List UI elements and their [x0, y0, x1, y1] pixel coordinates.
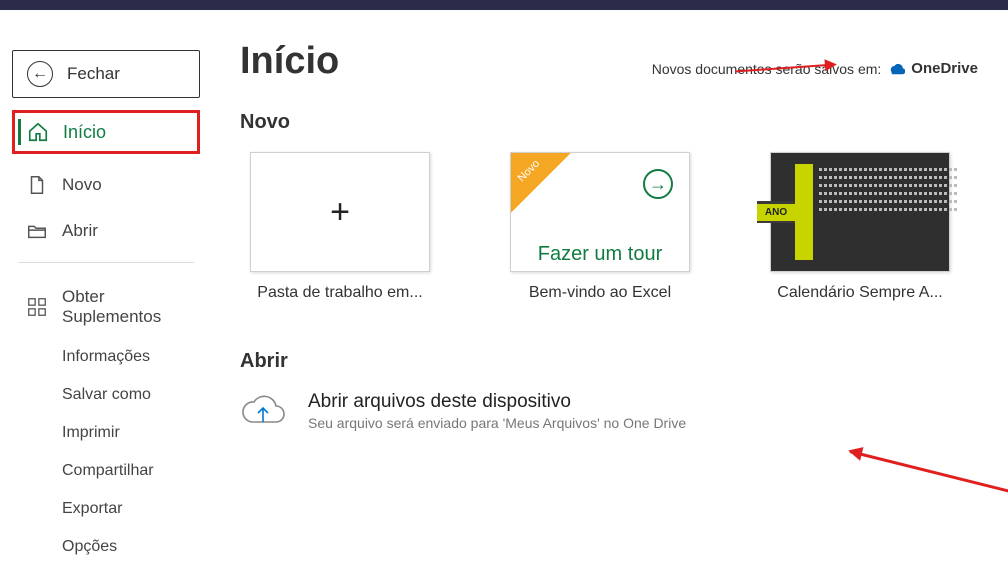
sidebar-item-info[interactable]: Informações: [12, 340, 200, 374]
welcome-text: Fazer um tour: [538, 243, 662, 265]
open-from-device[interactable]: Abrir arquivos deste dispositivo Seu arq…: [240, 391, 988, 431]
close-label: Fechar: [67, 64, 120, 84]
save-location-notice: Novos documentos serão salvos em: OneDri…: [652, 60, 978, 77]
home-icon: [27, 121, 49, 143]
sidebar-item-saveas[interactable]: Salvar como: [12, 378, 200, 412]
title-bar: [0, 0, 1008, 10]
sidebar-item-export[interactable]: Exportar: [12, 492, 200, 526]
close-button[interactable]: ← Fechar: [12, 50, 200, 98]
sidebar-item-new[interactable]: Novo: [12, 164, 200, 206]
save-target: OneDrive: [911, 60, 978, 77]
calendar-thumb: ANO: [770, 152, 950, 272]
blank-label: Pasta de trabalho em...: [240, 284, 440, 302]
section-open-heading: Abrir: [240, 350, 988, 373]
sidebar-divider: [18, 262, 194, 263]
arrow-right-icon: →: [643, 169, 673, 199]
sidebar-item-share[interactable]: Compartilhar: [12, 454, 200, 488]
calendar-year-badge: ANO: [757, 204, 795, 221]
new-label: Novo: [62, 175, 102, 195]
blank-thumb: +: [250, 152, 430, 272]
document-icon: [26, 174, 48, 196]
home-label: Início: [63, 122, 106, 143]
open-device-title: Abrir arquivos deste dispositivo: [308, 391, 686, 413]
template-welcome[interactable]: Novo → Fazer um tour Bem-vindo ao Excel: [500, 152, 700, 302]
grid-icon: [26, 296, 48, 318]
welcome-thumb: Novo → Fazer um tour: [510, 152, 690, 272]
folder-open-icon: [26, 220, 48, 242]
cloud-upload-icon: [240, 392, 286, 430]
sidebar-item-options[interactable]: Opções: [12, 530, 200, 564]
sidebar-item-open[interactable]: Abrir: [12, 210, 200, 252]
calendar-label: Calendário Sempre A...: [760, 284, 960, 302]
plus-icon: +: [330, 193, 350, 232]
template-calendar[interactable]: ANO Calendário Sempre A...: [760, 152, 960, 302]
open-label: Abrir: [62, 221, 98, 241]
template-row: + Pasta de trabalho em... Novo → Fazer u…: [240, 152, 988, 302]
annotation-arrow-2: [850, 450, 1008, 501]
onedrive-icon: [887, 62, 905, 76]
calendar-top: ANO: [757, 201, 795, 223]
sidebar-item-print[interactable]: Imprimir: [12, 416, 200, 450]
sidebar-item-addins[interactable]: Obter Suplementos: [12, 277, 200, 336]
back-arrow-icon: ←: [27, 61, 53, 87]
new-badge: Novo: [511, 153, 571, 213]
template-blank[interactable]: + Pasta de trabalho em...: [240, 152, 440, 302]
sidebar: ← Fechar Início Novo Abrir Obter Supleme…: [0, 10, 210, 557]
open-device-subtitle: Seu arquivo será enviado para 'Meus Arqu…: [308, 415, 686, 431]
section-new-heading: Novo: [240, 111, 988, 134]
sidebar-item-home[interactable]: Início: [12, 110, 200, 154]
addins-label: Obter Suplementos: [62, 287, 186, 326]
main-content: Início Novos documentos serão salvos em:…: [210, 10, 1008, 557]
welcome-label: Bem-vindo ao Excel: [500, 284, 700, 302]
